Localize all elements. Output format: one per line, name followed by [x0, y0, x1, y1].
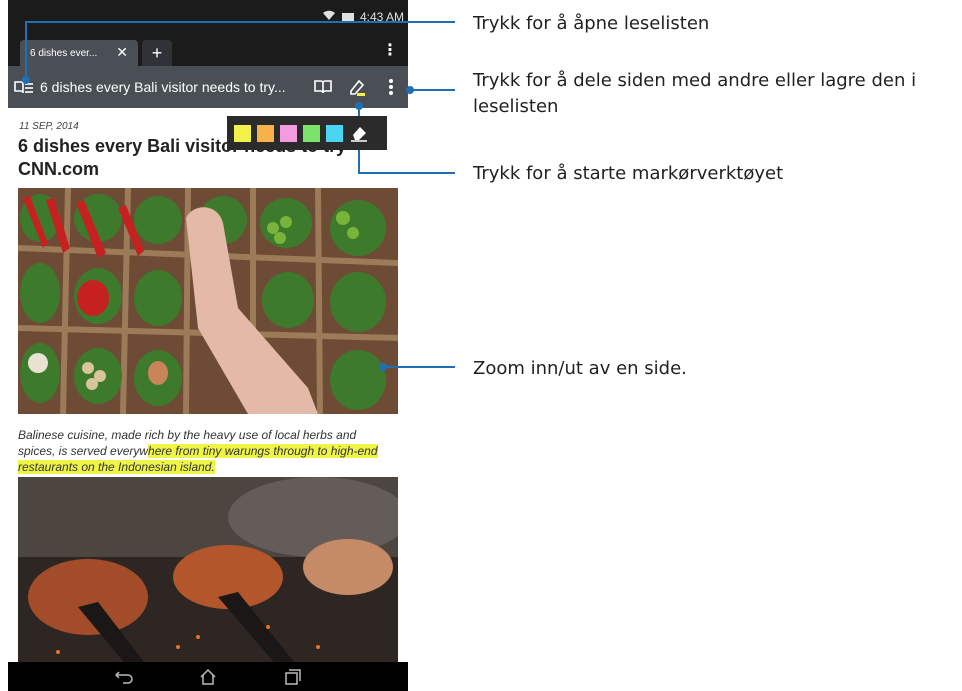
marker-color-palette	[227, 116, 387, 150]
tab-close-icon[interactable]: ✕	[116, 44, 128, 61]
tablet-screen: 4:43 AM 6 dishes ever... ✕ + ⋮ 6 dishes …	[8, 0, 408, 691]
tab-strip: 6 dishes ever... ✕ + ⋮	[8, 30, 408, 66]
food-market-photo	[18, 188, 398, 414]
photo-caption: Balinese cuisine, made rich by the heavy…	[18, 427, 388, 475]
marker-color-yellow[interactable]	[234, 124, 251, 142]
browser-toolbar: 6 dishes every Bali visitor needs to try…	[8, 66, 408, 108]
back-icon[interactable]	[112, 667, 136, 687]
article-date: 11 SEP, 2014	[19, 121, 79, 132]
recent-apps-icon[interactable]	[281, 667, 305, 687]
browser-tab[interactable]: 6 dishes ever... ✕	[20, 40, 138, 66]
wifi-icon	[322, 10, 336, 24]
status-bar: 4:43 AM	[8, 0, 408, 30]
callout-reading-list: Trykk for å åpne leselisten	[473, 13, 710, 34]
home-icon[interactable]	[196, 667, 220, 687]
web-page-content[interactable]: 11 SEP, 2014 6 dishes every Bali visitor…	[8, 108, 408, 662]
eraser-icon[interactable]	[349, 123, 369, 143]
reader-mode-icon[interactable]	[306, 66, 340, 108]
new-tab-icon[interactable]: +	[142, 40, 172, 66]
callout-share-save: Trykk for å dele siden med andre eller l…	[473, 70, 917, 117]
marker-color-green[interactable]	[303, 124, 320, 142]
marker-color-cyan[interactable]	[326, 124, 343, 142]
overflow-menu-icon[interactable]: ⋮	[382, 40, 398, 60]
system-nav-bar	[8, 662, 408, 691]
reading-list-icon[interactable]	[8, 66, 40, 108]
marker-color-pink[interactable]	[280, 124, 297, 142]
status-time: 4:43 AM	[359, 10, 404, 24]
roast-pig-photo	[18, 477, 398, 662]
callout-zoom: Zoom inn/ut av en side.	[473, 358, 687, 379]
tab-title: 6 dishes ever...	[30, 47, 98, 59]
page-title[interactable]: 6 dishes every Bali visitor needs to try…	[40, 79, 306, 95]
marker-pen-icon[interactable]	[340, 66, 374, 108]
battery-icon	[341, 13, 354, 21]
overflow-menu-icon[interactable]	[374, 66, 408, 108]
marker-color-orange[interactable]	[257, 124, 274, 142]
callout-marker-tool: Trykk for å starte markørverktøyet	[473, 163, 784, 184]
